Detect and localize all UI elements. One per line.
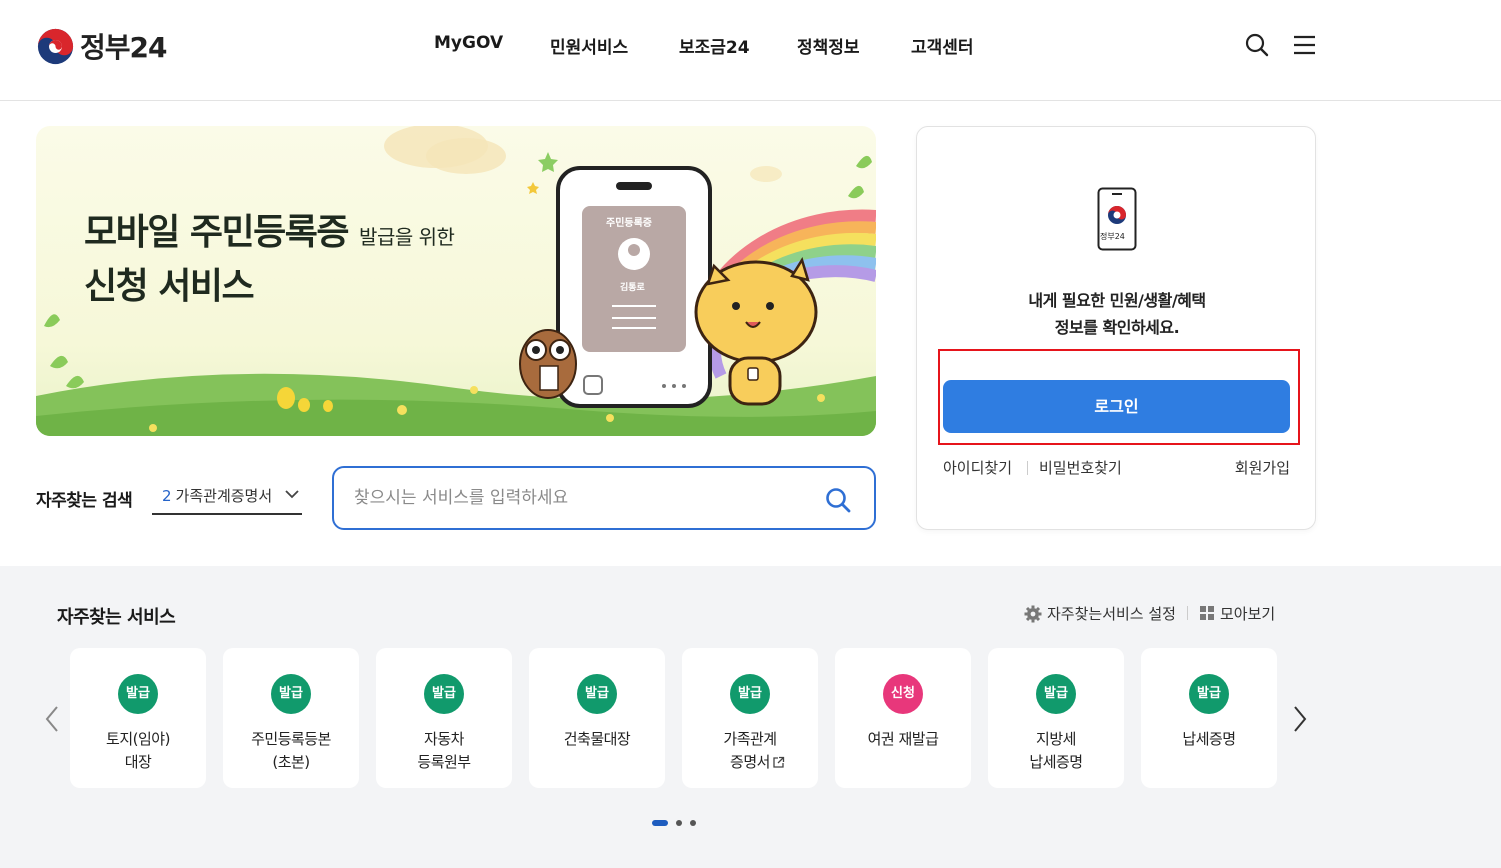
find-id-link[interactable]: 아이디찾기 bbox=[943, 457, 1012, 478]
service-card-label: 건축물대장 bbox=[563, 730, 631, 748]
phone-card-title: 주민등록증 bbox=[606, 218, 652, 229]
services-settings-button[interactable]: 자주찾는서비스 설정 bbox=[1024, 603, 1176, 624]
login-button[interactable]: 로그인 bbox=[943, 380, 1290, 433]
nav-customer-center[interactable]: 고객센터 bbox=[911, 33, 974, 58]
signup-link[interactable]: 회원가입 bbox=[1235, 457, 1290, 478]
view-all-button[interactable]: 모아보기 bbox=[1200, 603, 1275, 624]
service-search-input[interactable] bbox=[354, 482, 814, 514]
service-type-badge: 발급 bbox=[730, 674, 770, 714]
site-header: 정부24 MyGOV 민원서비스 보조금24 정책정보 고객센터 bbox=[0, 0, 1501, 101]
nav-subsidy[interactable]: 보조금24 bbox=[679, 33, 750, 58]
login-message: 내게 필요한 민원/생활/혜택 정보를 확인하세요. bbox=[917, 287, 1317, 341]
login-message-line2: 정보를 확인하세요. bbox=[1054, 318, 1180, 337]
service-card[interactable]: 발급자동차 등록원부 bbox=[376, 648, 512, 788]
service-type-badge: 발급 bbox=[1036, 674, 1076, 714]
external-link-icon bbox=[773, 756, 785, 768]
service-card[interactable]: 발급가족관계 증명서 bbox=[682, 648, 818, 788]
service-card-label: 가족관계 증명서 bbox=[723, 730, 777, 771]
service-type-badge: 신청 bbox=[883, 674, 923, 714]
phone-card-name: 김통로 bbox=[620, 283, 645, 293]
service-type-badge: 발급 bbox=[118, 674, 158, 714]
service-type-badge: 발급 bbox=[1189, 674, 1229, 714]
login-message-line1: 내게 필요한 민원/생활/혜택 bbox=[1028, 291, 1206, 310]
carousel-prev-icon[interactable] bbox=[42, 704, 62, 734]
banner-title-suffix: 발급을 위한 bbox=[359, 225, 455, 249]
service-card[interactable]: 발급지방세 납세증명 bbox=[988, 648, 1124, 788]
carousel-next-icon[interactable] bbox=[1290, 704, 1310, 734]
app-label: 정부24 bbox=[1100, 232, 1125, 241]
login-card: 정부24 내게 필요한 민원/생활/혜택 정보를 확인하세요. 로그인 아이디찾… bbox=[916, 126, 1316, 530]
logo-text: 정부24 bbox=[80, 31, 167, 64]
view-all-label: 모아보기 bbox=[1220, 605, 1276, 623]
search-submit-icon[interactable] bbox=[824, 486, 852, 514]
nav-mygov[interactable]: MyGOV bbox=[434, 33, 503, 53]
service-card[interactable]: 발급납세증명 bbox=[1141, 648, 1277, 788]
promo-banner[interactable]: 모바일 주민등록증 발급을 위한 신청 서비스 주민등록증 김통로 bbox=[36, 126, 876, 436]
service-type-badge: 발급 bbox=[424, 674, 464, 714]
tools-divider bbox=[1187, 606, 1188, 620]
frequent-search-dropdown[interactable]: 2 가족관계증명서 bbox=[152, 478, 302, 515]
grid-icon bbox=[1200, 606, 1214, 620]
pagination-dot[interactable] bbox=[690, 820, 696, 826]
service-search-box bbox=[332, 466, 876, 530]
service-card-label: 지방세 납세증명 bbox=[1029, 730, 1083, 771]
taegeuk-emblem-icon bbox=[37, 28, 74, 64]
nav-policy-info[interactable]: 정책정보 bbox=[797, 33, 860, 58]
chevron-down-icon bbox=[285, 490, 299, 499]
service-type-badge: 발급 bbox=[577, 674, 617, 714]
hamburger-menu-icon[interactable] bbox=[1292, 32, 1318, 58]
service-card[interactable]: 발급주민등록등본 (초본) bbox=[223, 648, 359, 788]
service-card-label: 토지(임야) 대장 bbox=[106, 730, 170, 771]
frequent-search-label: 자주찾는 검색 bbox=[36, 491, 133, 511]
link-divider bbox=[1027, 461, 1028, 475]
service-card-label: 여권 재발급 bbox=[867, 730, 939, 748]
search-icon[interactable] bbox=[1244, 32, 1270, 58]
banner-headline: 모바일 주민등록증 발급을 위한 신청 서비스 bbox=[84, 208, 455, 312]
pagination-dot[interactable] bbox=[676, 820, 682, 826]
frequent-search-rank: 2 bbox=[162, 486, 172, 505]
nav-civil-service[interactable]: 민원서비스 bbox=[550, 33, 628, 58]
service-card-label: 자동차 등록원부 bbox=[417, 730, 471, 771]
carousel-pagination bbox=[652, 820, 696, 826]
banner-title-line2: 신청 서비스 bbox=[84, 266, 255, 307]
gear-icon bbox=[1024, 605, 1042, 622]
services-settings-label: 자주찾는서비스 설정 bbox=[1047, 605, 1176, 623]
service-card[interactable]: 신청여권 재발급 bbox=[835, 648, 971, 788]
service-card[interactable]: 발급토지(임야) 대장 bbox=[70, 648, 206, 788]
frequent-services-title: 자주찾는 서비스 bbox=[57, 607, 176, 628]
pagination-dot[interactable] bbox=[652, 820, 668, 826]
service-card-label: 주민등록등본 (초본) bbox=[251, 730, 331, 771]
service-type-badge: 발급 bbox=[271, 674, 311, 714]
site-logo[interactable]: 정부24 bbox=[37, 26, 167, 66]
service-card[interactable]: 발급건축물대장 bbox=[529, 648, 665, 788]
service-card-label: 납세증명 bbox=[1182, 730, 1236, 748]
service-cards: 발급 토지(임야) 대장 발급 주민등록등본 (초본) 발급 자동차 등록원부 발급 건축물대… bbox=[70, 648, 1277, 788]
frequent-services-section: 자주찾는 서비스 자주찾는서비스 설정 모아보기 발급 토지(임야) 대장 발급 주민… bbox=[0, 566, 1501, 868]
frequent-search-value: 가족관계증명서 bbox=[175, 487, 273, 505]
find-password-link[interactable]: 비밀번호찾기 bbox=[1039, 457, 1122, 478]
banner-title-line1: 모바일 주민등록증 bbox=[84, 212, 350, 253]
